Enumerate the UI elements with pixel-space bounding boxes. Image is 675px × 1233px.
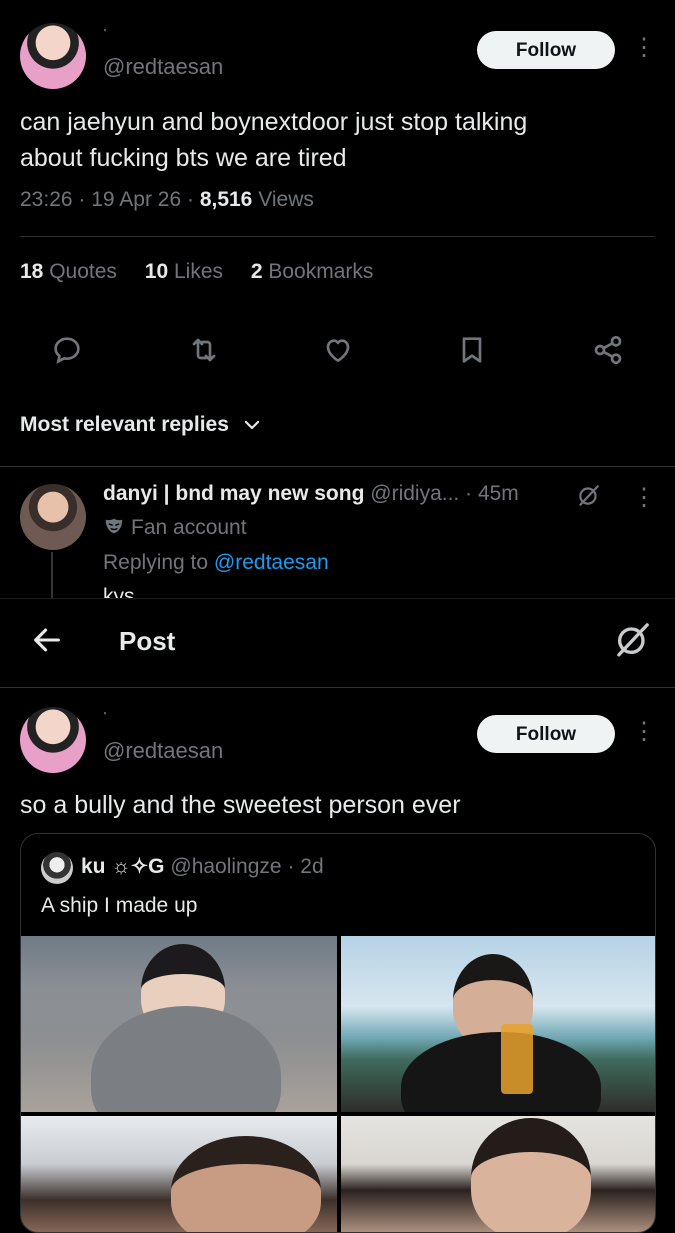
quote-text: A ship I made up [41, 894, 198, 917]
quoted-post[interactable]: ku ☼✧G @haolingze · 2d A ship I made up [20, 833, 656, 1233]
photo-3[interactable] [21, 1116, 337, 1232]
author-handle[interactable]: @redtaesan [103, 54, 223, 80]
reply-text: kys [103, 585, 135, 598]
reply-time[interactable]: · 45m [465, 482, 519, 505]
fan-account-text: Fan account [131, 516, 247, 539]
stat-likes-count: 10 [144, 260, 169, 283]
grok-icon[interactable] [576, 482, 602, 508]
replies-sort-dropdown[interactable]: Most relevant replies [20, 413, 261, 437]
replying-handle-link[interactable]: @redtaesan [214, 551, 329, 574]
first-post-section: ' @redtaesan Follow ⋮ can jaehyun and bo… [0, 0, 675, 598]
follow-button[interactable]: Follow [477, 31, 615, 69]
author-avatar[interactable] [20, 23, 86, 89]
like-icon[interactable] [322, 334, 354, 366]
back-arrow-icon[interactable] [30, 623, 64, 657]
repost-icon[interactable] [188, 334, 220, 366]
post-meta: 23:26 · 19 Apr 26 · 8,516 Views [20, 188, 314, 211]
post-text: so a bully and the sweetest person ever [20, 791, 461, 819]
divider [0, 466, 675, 467]
bookmark-icon[interactable] [456, 334, 488, 366]
post-text: can jaehyun and boynextdoor just stop ta… [20, 104, 527, 176]
author-display-name[interactable]: ' [104, 28, 106, 39]
follow-button[interactable]: Follow [477, 715, 615, 753]
page-title: Post [119, 626, 176, 656]
replies-sort-label: Most relevant replies [20, 413, 229, 436]
thread-line [51, 552, 53, 598]
quote-time: · 2d [287, 855, 324, 878]
stat-bookmarks[interactable]: 2 Bookmarks [251, 260, 374, 283]
photo-4[interactable] [341, 1116, 655, 1232]
reply-handle[interactable]: @ridiya... [370, 482, 459, 505]
share-icon[interactable] [592, 334, 624, 366]
more-options-icon[interactable]: ⋮ [632, 720, 656, 744]
more-options-icon[interactable]: ⋮ [632, 36, 656, 60]
reply-icon[interactable] [51, 334, 83, 366]
replying-to: Replying to @redtaesan [103, 551, 329, 575]
views-count: 8,516 [199, 188, 253, 211]
stat-quotes[interactable]: 18 Quotes [20, 260, 117, 283]
author-avatar[interactable] [20, 707, 86, 773]
engagement-stats: 18 Quotes 10 Likes 2 Bookmarks [20, 260, 395, 284]
divider [20, 236, 655, 237]
post-text-line-1: can jaehyun and boynextdoor just stop ta… [20, 108, 528, 136]
author-handle[interactable]: @redtaesan [103, 738, 223, 764]
quote-handle[interactable]: @haolingze [170, 855, 281, 878]
top-nav-bar: Post [0, 598, 675, 688]
views-label: Views [258, 188, 314, 211]
fan-account-label: Fan account [103, 515, 247, 540]
mask-icon [105, 518, 123, 534]
stat-likes[interactable]: 10 Likes [145, 260, 223, 283]
quote-display-name[interactable]: ku ☼✧G [81, 855, 165, 878]
reply-avatar[interactable] [20, 484, 86, 550]
grok-icon[interactable] [613, 619, 653, 659]
post-date[interactable]: 19 Apr 26 [91, 188, 181, 211]
reply-header: danyi | bnd may new song @ridiya... · 45… [103, 482, 519, 506]
post-text-line-2: about fucking bts we are tired [20, 144, 347, 172]
reply-display-name[interactable]: danyi | bnd may new song [103, 482, 364, 505]
stat-likes-label: Likes [173, 260, 223, 283]
stat-quotes-label: Quotes [49, 260, 117, 283]
replying-prefix: Replying to [103, 551, 209, 574]
quote-avatar[interactable] [41, 852, 73, 884]
photo-2[interactable] [341, 936, 655, 1112]
post-time[interactable]: 23:26 [20, 188, 73, 211]
chevron-down-icon [244, 421, 259, 430]
reply-more-options-icon[interactable]: ⋮ [632, 486, 656, 510]
media-grid [21, 936, 655, 1232]
stat-quotes-count: 18 [20, 260, 44, 283]
author-display-name[interactable]: ' [104, 711, 106, 722]
quote-header: ku ☼✧G @haolingze · 2d [81, 854, 324, 879]
stat-bookmarks-count: 2 [250, 260, 263, 283]
photo-1[interactable] [21, 936, 337, 1112]
stat-bookmarks-label: Bookmarks [268, 260, 374, 283]
